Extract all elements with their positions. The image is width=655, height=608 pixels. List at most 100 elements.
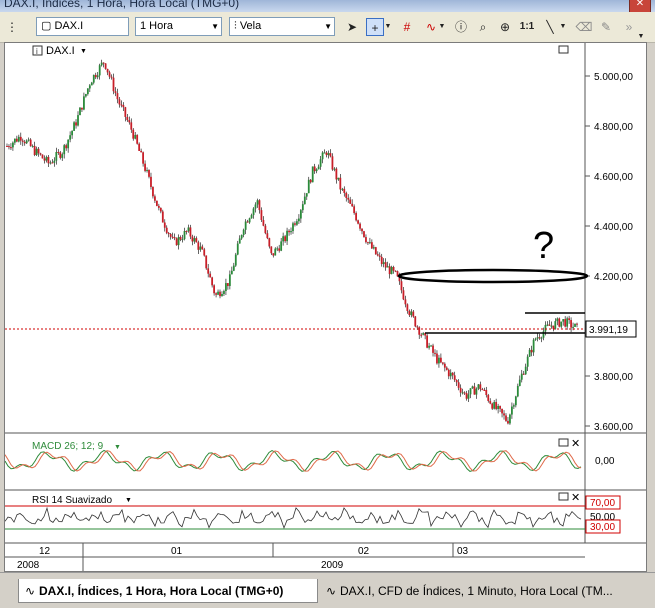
crosshair-dropdown-icon[interactable]: ▼ <box>384 18 392 36</box>
candle-body <box>195 238 198 243</box>
candle-body <box>382 262 385 265</box>
candle-body <box>266 233 269 239</box>
candle-body <box>41 154 44 159</box>
candle-body <box>321 152 324 160</box>
chevron-down-icon: ▼ <box>211 22 219 31</box>
candle-body <box>414 316 417 327</box>
candle-body <box>363 231 365 238</box>
candle-body <box>294 223 296 225</box>
candle-body <box>341 188 344 190</box>
candle-body <box>524 366 527 375</box>
info-icon[interactable]: ⓘ <box>452 18 470 36</box>
candle-body <box>311 166 314 183</box>
candle-body <box>130 122 133 130</box>
candle-body <box>29 139 32 147</box>
close-window-button[interactable]: ✕ <box>629 0 651 12</box>
candle-body <box>408 310 411 316</box>
candle-body <box>23 141 26 144</box>
candle-body <box>181 239 184 241</box>
chart-style-value: Vela <box>239 20 262 32</box>
candle-body <box>144 163 146 171</box>
candle-body <box>467 394 470 399</box>
candle-body <box>552 325 555 329</box>
candle-body <box>359 223 361 229</box>
candle-body <box>177 236 180 246</box>
candle-body <box>254 204 257 209</box>
candle-body <box>8 146 10 148</box>
candle-body <box>21 140 24 142</box>
zoom-in-icon[interactable]: ⊕ <box>496 18 514 36</box>
chart-tabs: ∿ DAX.I, Índices, 1 Hora, Hora Local (TMG… <box>0 572 655 608</box>
eraser-icon[interactable]: ⌫ <box>575 18 593 36</box>
candle-body <box>357 220 359 224</box>
tab-dax-1-minuto[interactable]: ∿ DAX.I, CFD de Índices, 1 Minuto, Hora L… <box>320 579 642 603</box>
zoom-icon[interactable]: ⌕ <box>474 18 492 36</box>
pencil-icon[interactable]: ✎ <box>597 18 615 36</box>
symbol-input[interactable]: ▢ DAX.I <box>36 17 129 36</box>
candle-body <box>73 122 75 131</box>
candle-body <box>150 176 152 187</box>
line-tool-icon[interactable]: ╲ <box>541 18 559 36</box>
price-tick-label: 4.600,00 <box>594 172 633 183</box>
candle-body <box>203 249 206 256</box>
candle-body <box>317 166 320 170</box>
indicator-dropdown-icon[interactable]: ▼ <box>438 18 446 36</box>
candle-body <box>412 311 415 317</box>
candle-body <box>410 311 413 316</box>
candle-body <box>453 375 456 381</box>
grid-toggle-icon[interactable]: # <box>398 18 416 36</box>
candle-body <box>108 72 111 77</box>
candle-body <box>365 237 367 243</box>
chart-panel[interactable]: i DAX.I ▼ 5.000,00 4.800,00 4.600,00 4.400,… <box>4 42 647 572</box>
candle-body <box>544 325 547 332</box>
candle-body <box>337 177 340 180</box>
chart-canvas[interactable]: i DAX.I ▼ 5.000,00 4.800,00 4.600,00 4.400,… <box>4 43 646 571</box>
candle-body <box>432 345 434 353</box>
candle-body <box>86 88 89 95</box>
interval-select[interactable]: 1 Hora ▼ <box>135 17 222 36</box>
crosshair-tool-icon[interactable]: + <box>366 18 384 36</box>
candle-body <box>226 283 229 286</box>
candle-body <box>136 134 139 144</box>
chart-symbol-label[interactable]: DAX.I <box>46 45 75 57</box>
candle-body <box>175 238 178 246</box>
candle-body <box>219 291 221 297</box>
candle-body <box>83 96 85 110</box>
rsi-close-icon[interactable]: ✕ <box>571 492 580 504</box>
candle-body <box>400 281 403 291</box>
candle-body <box>483 389 486 391</box>
chart-style-select[interactable]: ⫶ Vela ▼ <box>229 17 335 36</box>
candle-body <box>173 237 176 239</box>
candle-body <box>10 147 12 149</box>
candle-body <box>445 367 448 370</box>
candle-body <box>376 254 379 256</box>
candle-body <box>512 405 515 407</box>
line-tool-dropdown-icon[interactable]: ▼ <box>559 18 567 36</box>
candle-body <box>325 152 328 156</box>
candle-body <box>434 352 436 354</box>
candle-body <box>55 151 58 161</box>
candle-body <box>126 116 129 121</box>
candle-body <box>77 115 79 126</box>
ratio-button[interactable]: 1:1 <box>518 18 536 36</box>
candle-body <box>238 238 241 244</box>
candle-body <box>207 268 210 274</box>
candle-body <box>183 230 186 240</box>
candle-body <box>240 235 243 239</box>
candle-body <box>550 325 553 327</box>
tab-dax-1-hora[interactable]: ∿ DAX.I, Índices, 1 Hora, Hora Local (TMG… <box>18 579 318 603</box>
date-tick-12: 12 <box>39 546 51 557</box>
macd-close-icon[interactable]: ✕ <box>571 438 580 450</box>
candle-body <box>110 76 113 78</box>
date-tick-02: 02 <box>358 546 370 557</box>
more-tools-icon[interactable]: » <box>622 18 636 36</box>
candle-body <box>102 62 105 64</box>
candle-body <box>497 405 500 409</box>
candle-body <box>481 389 484 391</box>
candle-body <box>475 388 478 395</box>
price-tick-label: 3.800,00 <box>594 372 633 383</box>
candle-body <box>507 420 509 424</box>
candle-body <box>367 242 369 244</box>
pointer-tool-icon[interactable]: ➤ <box>343 18 361 36</box>
candle-body <box>116 93 119 100</box>
